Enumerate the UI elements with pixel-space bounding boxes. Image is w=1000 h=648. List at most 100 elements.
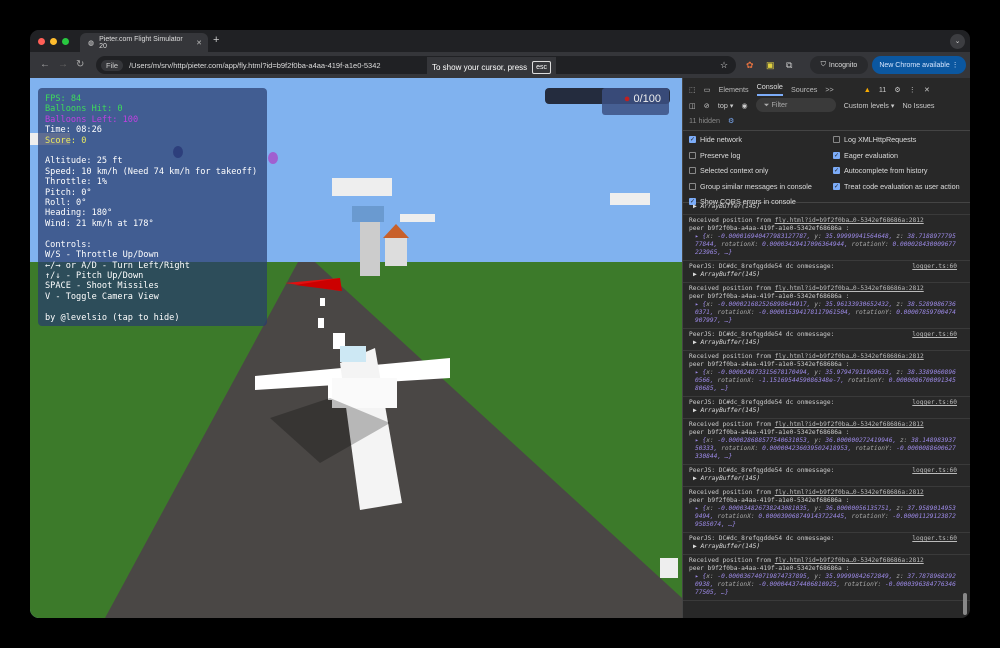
console-entry-position[interactable]: Received position from fly.html?id=b9f2f… [683, 487, 970, 533]
checkbox[interactable] [833, 136, 840, 143]
source-link[interactable]: logger.ts:60 [912, 467, 957, 475]
position-object[interactable]: ▸ {x: -0.000024873315678170494, y: 35.97… [689, 369, 957, 393]
source-link[interactable]: fly.html?id=b9f2f0ba…0-5342ef68686a:2812 [775, 353, 924, 360]
console-entry-position[interactable]: Received position from fly.html?id=b9f2f… [683, 555, 970, 601]
checkbox[interactable]: ✓ [833, 151, 840, 159]
forward-icon[interactable]: → [58, 59, 68, 70]
source-link[interactable]: fly.html?id=b9f2f0ba…0-5342ef68686a:2812 [775, 421, 924, 428]
tab-search-chevron-icon[interactable]: ⌄ [950, 34, 965, 49]
more-menu-icon[interactable]: ⋮ [909, 85, 916, 94]
console-entry-position[interactable]: Received position from fly.html?id=b9f2f… [683, 215, 970, 261]
warning-icon[interactable]: ▲ [864, 85, 871, 94]
incognito-badge[interactable]: ⛉ Incognito [810, 56, 868, 74]
position-object[interactable]: ▸ {x: -0.000016940477983127787, y: 35.99… [689, 233, 957, 257]
console-option[interactable]: ✓ Treat code evaluation as user action [833, 182, 960, 191]
extension-icon[interactable]: ▣ [766, 60, 775, 71]
console-option[interactable]: Preserve log [689, 151, 740, 160]
hud-score: Score: 0 [45, 135, 87, 146]
hud-altitude: Altitude: 25 ft [45, 156, 123, 167]
devtools-panel: ⬚ ▭ Elements Console Sources >> ▲ 11 ⚙ ⋮ … [682, 78, 970, 618]
more-tabs[interactable]: >> [825, 85, 833, 94]
position-object[interactable]: ▸ {x: -0.000034826738243081035, y: 36.00… [689, 505, 957, 529]
array-buffer[interactable]: ▶ ArrayBuffer(145) [689, 339, 957, 347]
context-select[interactable]: top ▾ [718, 101, 734, 110]
console-scrollbar[interactable] [963, 593, 967, 615]
console-option[interactable]: Group similar messages in console [689, 182, 812, 191]
bookmark-star-icon[interactable]: ☆ [720, 60, 728, 71]
source-link[interactable]: fly.html?id=b9f2f0ba…0-5342ef68686a:2812 [775, 557, 924, 564]
array-buffer[interactable]: ▶ ArrayBuffer(145) [689, 271, 957, 279]
message-text: Received position from [689, 489, 771, 496]
reload-icon[interactable]: ↻ [76, 59, 84, 70]
close-window-button[interactable] [38, 38, 45, 45]
console-option[interactable]: Selected context only [689, 166, 768, 175]
sidebar-toggle-icon[interactable]: ◫ [689, 101, 696, 110]
array-buffer[interactable]: ▶ ArrayBuffer(145) [689, 203, 957, 211]
close-devtools-icon[interactable]: ✕ [924, 85, 930, 94]
hud-panel[interactable]: FPS: 84 Balloons Hit: 0 Balloons Left: 100… [38, 88, 267, 326]
source-link[interactable]: logger.ts:60 [912, 263, 957, 271]
console-entry-peerjs[interactable]: PeerJS: DC#dc_8refqgdde54 dc onmessage:l… [683, 465, 970, 487]
checkbox[interactable]: ✓ [833, 182, 840, 190]
checkbox[interactable] [689, 182, 696, 190]
console-entry-peerjs[interactable]: PeerJS: DC#dc_8refqgdde54 dc onmessage:l… [683, 397, 970, 419]
array-buffer[interactable]: ▶ ArrayBuffer(145) [689, 407, 957, 415]
clear-console-icon[interactable]: ⊘ [704, 101, 710, 110]
game-canvas[interactable]: FPS: 84 Balloons Hit: 0 Balloons Left: 100… [30, 78, 682, 618]
array-buffer[interactable]: ▶ ArrayBuffer(145) [689, 475, 957, 483]
console-entry-position[interactable]: Received position from fly.html?id=b9f2f… [683, 351, 970, 397]
position-object[interactable]: ▸ {x: -0.000028688577540631053, y: 36.00… [689, 437, 957, 461]
console-option[interactable]: ✓ Eager evaluation [833, 151, 898, 160]
back-icon[interactable]: ← [40, 59, 50, 70]
warning-count[interactable]: 11 [879, 85, 886, 94]
checkbox[interactable] [689, 167, 696, 174]
eye-icon[interactable]: ◉ [741, 101, 747, 110]
maximize-window-button[interactable] [62, 38, 69, 45]
issues-button[interactable]: No Issues [902, 101, 934, 110]
source-link[interactable]: fly.html?id=b9f2f0ba…0-5342ef68686a:2812 [775, 217, 924, 224]
filter-input[interactable]: ⏷ Filter [755, 98, 836, 112]
checkbox[interactable]: ✓ [833, 167, 840, 174]
console-entry-peerjs[interactable]: PeerJS: DC#dc_8refqgdde54 dc onmessage:l… [683, 203, 970, 215]
source-link[interactable]: fly.html?id=b9f2f0ba…0-5342ef68686a:2812 [775, 285, 924, 292]
close-tab-icon[interactable]: ✕ [196, 39, 202, 47]
console-option[interactable]: ✓ Hide network [689, 135, 742, 144]
url-input[interactable]: File /Users/m/srv/http/pieter.com/app/fl… [96, 56, 736, 74]
extension-icon[interactable]: ✿ [746, 60, 754, 71]
counter-value: 0/100 [633, 93, 661, 105]
levels-select[interactable]: Custom levels ▾ [844, 101, 895, 110]
source-link[interactable]: fly.html?id=b9f2f0ba…0-5342ef68686a:2812 [775, 489, 924, 496]
console-option[interactable]: ✓ Autocomplete from history [833, 166, 928, 175]
source-link[interactable]: logger.ts:60 [912, 399, 957, 407]
extensions-puzzle-icon[interactable]: ⧉ [786, 60, 792, 71]
message-text: Received position from [689, 421, 771, 428]
minimize-window-button[interactable] [50, 38, 57, 45]
console-entry-peerjs[interactable]: PeerJS: DC#dc_8refqgdde54 dc onmessage:l… [683, 329, 970, 351]
console-option[interactable]: Log XMLHttpRequests [833, 135, 916, 144]
credit[interactable]: by @levelsio (tap to hide) [45, 313, 260, 323]
device-toggle-icon[interactable]: ▭ [704, 85, 711, 94]
console-entry-peerjs[interactable]: PeerJS: DC#dc_8refqgdde54 dc onmessage:l… [683, 261, 970, 283]
new-tab-button[interactable]: + [213, 34, 219, 46]
source-link[interactable]: logger.ts:60 [912, 331, 957, 339]
console-entry-position[interactable]: Received position from fly.html?id=b9f2f… [683, 283, 970, 329]
position-object[interactable]: ▸ {x: -0.000036740719874737895, y: 35.99… [689, 573, 957, 597]
checkbox[interactable]: ✓ [689, 136, 696, 143]
message-text: Received position from [689, 217, 771, 224]
source-link[interactable]: logger.ts:60 [912, 535, 957, 543]
new-chrome-button[interactable]: New Chrome available ⋮ [872, 56, 966, 74]
tab-bar: ◍ Pieter.com Flight Simulator 20 ✕ + ⌄ [30, 30, 970, 52]
console-settings-gear-icon[interactable]: ⚙ [728, 116, 734, 125]
tab-console[interactable]: Console [756, 82, 783, 96]
file-chip[interactable]: File [101, 59, 124, 71]
inspect-icon[interactable]: ⬚ [689, 85, 696, 94]
console-entry-position[interactable]: Received position from fly.html?id=b9f2f… [683, 419, 970, 465]
console-entry-peerjs[interactable]: PeerJS: DC#dc_8refqgdde54 dc onmessage:l… [683, 533, 970, 555]
tab-sources[interactable]: Sources [791, 85, 817, 94]
browser-tab[interactable]: ◍ Pieter.com Flight Simulator 20 ✕ [80, 33, 208, 52]
array-buffer[interactable]: ▶ ArrayBuffer(145) [689, 543, 957, 551]
settings-gear-icon[interactable]: ⚙ [894, 85, 900, 94]
checkbox[interactable] [689, 151, 696, 159]
tab-elements[interactable]: Elements [719, 85, 749, 94]
position-object[interactable]: ▸ {x: -0.000021682526898644917, y: 35.96… [689, 301, 957, 325]
